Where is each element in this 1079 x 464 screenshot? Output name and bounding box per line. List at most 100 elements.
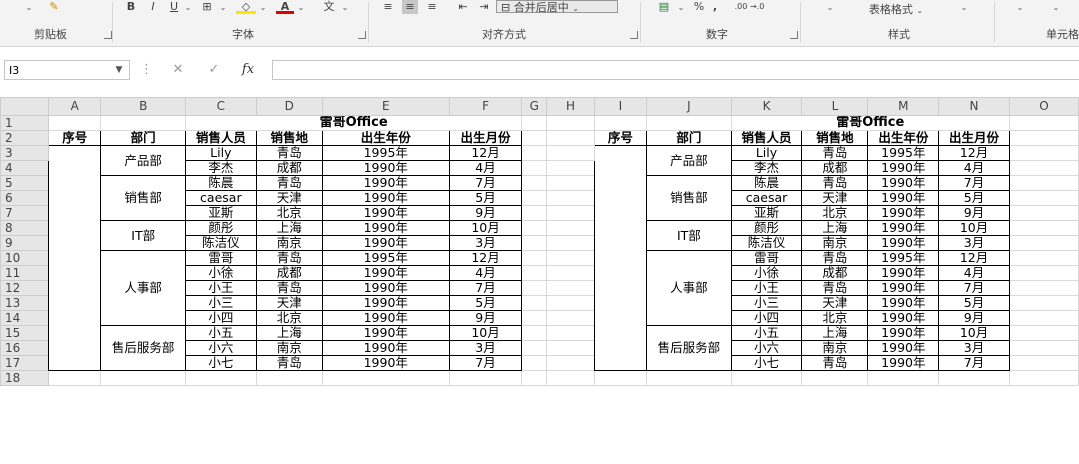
left-data-cell[interactable]: 青岛 (255, 175, 323, 191)
clipboard-launcher-icon[interactable] (104, 31, 112, 39)
borders-icon[interactable]: ⊞ (196, 0, 218, 14)
left-cell-blank[interactable] (48, 370, 102, 386)
right-cell-blank[interactable] (867, 370, 940, 386)
row-header[interactable]: 11 (0, 265, 50, 281)
column-header[interactable]: J (646, 97, 732, 116)
left-data-cell[interactable]: 5月 (448, 295, 523, 311)
cell-g[interactable] (521, 130, 548, 146)
left-data-cell[interactable]: 1995年 (321, 250, 450, 266)
left-data-cell[interactable]: 雷哥 (184, 250, 257, 266)
column-header[interactable]: F (448, 97, 523, 116)
row-header[interactable]: 15 (0, 325, 50, 341)
cell-h[interactable] (546, 280, 595, 296)
cell-g[interactable] (521, 205, 548, 221)
left-seq-cell[interactable] (48, 145, 102, 371)
right-data-cell[interactable]: 7月 (938, 280, 1010, 296)
right-data-cell[interactable]: 天津 (801, 295, 869, 311)
column-header[interactable]: H (546, 97, 595, 116)
paste-dropdown[interactable]: ⌄ (14, 0, 44, 14)
phonetic-icon[interactable]: 文 (320, 0, 338, 14)
right-data-cell[interactable]: 4月 (938, 160, 1010, 176)
left-data-cell[interactable]: 1990年 (321, 220, 450, 236)
right-data-cell[interactable]: 10月 (938, 220, 1010, 236)
right-data-cell[interactable]: 成都 (801, 160, 869, 176)
phonetic-dropdown[interactable]: ⌄ (340, 0, 350, 14)
left-dept-cell[interactable]: 产品部 (100, 145, 186, 176)
right-data-cell[interactable]: 小王 (730, 280, 803, 296)
left-data-cell[interactable]: 南京 (255, 340, 323, 356)
cell-h[interactable] (546, 145, 595, 161)
right-dept-cell[interactable]: 产品部 (646, 145, 732, 176)
right-data-cell[interactable]: 1990年 (867, 265, 940, 281)
cell-o[interactable] (1008, 325, 1079, 341)
left-cell-blank[interactable] (321, 370, 450, 386)
right-cell-blank[interactable] (801, 370, 869, 386)
underline-dropdown[interactable]: ⌄ (183, 0, 193, 14)
row-header[interactable]: 10 (0, 250, 50, 266)
cell-h[interactable] (546, 370, 595, 386)
left-data-cell[interactable]: 南京 (255, 235, 323, 251)
right-data-cell[interactable]: 青岛 (801, 355, 869, 371)
left-dept-cell[interactable]: 销售部 (100, 175, 186, 221)
left-data-cell[interactable]: 4月 (448, 265, 523, 281)
left-data-cell[interactable]: 1990年 (321, 310, 450, 326)
right-header-cell[interactable]: 出生月份 (938, 130, 1010, 146)
left-cell-blank[interactable] (100, 115, 186, 131)
left-data-cell[interactable]: 上海 (255, 325, 323, 341)
right-data-cell[interactable]: 北京 (801, 310, 869, 326)
font-launcher-icon[interactable] (358, 31, 366, 39)
left-data-cell[interactable]: 1990年 (321, 160, 450, 176)
left-data-cell[interactable]: 1990年 (321, 175, 450, 191)
right-data-cell[interactable]: 南京 (801, 235, 869, 251)
right-data-cell[interactable]: 12月 (938, 250, 1010, 266)
italic-button[interactable]: I (146, 0, 160, 14)
cell-g[interactable] (521, 250, 548, 266)
cell-h[interactable] (546, 355, 595, 371)
row-header[interactable]: 13 (0, 295, 50, 311)
left-cell-blank[interactable] (448, 370, 523, 386)
accounting-format-icon[interactable]: ▤ (654, 0, 674, 14)
insert-function-icon[interactable]: fx (236, 60, 260, 80)
left-data-cell[interactable]: 亚斯 (184, 205, 257, 221)
left-data-cell[interactable]: 小王 (184, 280, 257, 296)
left-dept-cell[interactable]: IT部 (100, 220, 186, 251)
right-data-cell[interactable]: 陈晨 (730, 175, 803, 191)
cell-h[interactable] (546, 340, 595, 356)
merge-center-button[interactable]: ⊟ 合并后居中 ⌄ (496, 0, 618, 14)
right-dept-cell[interactable]: IT部 (646, 220, 732, 251)
right-data-cell[interactable]: 上海 (801, 325, 869, 341)
right-data-cell[interactable]: 北京 (801, 205, 869, 221)
left-data-cell[interactable]: 3月 (448, 340, 523, 356)
right-data-cell[interactable]: 1990年 (867, 160, 940, 176)
row-header[interactable]: 12 (0, 280, 50, 296)
row-header[interactable]: 5 (0, 175, 50, 191)
left-data-cell[interactable]: 10月 (448, 325, 523, 341)
underline-button[interactable]: U (167, 0, 181, 14)
column-header[interactable]: A (48, 97, 102, 116)
right-data-cell[interactable]: 1990年 (867, 205, 940, 221)
row-header[interactable]: 9 (0, 235, 50, 251)
left-dept-cell[interactable]: 人事部 (100, 250, 186, 326)
row-header[interactable]: 2 (0, 130, 50, 146)
left-data-cell[interactable]: 7月 (448, 175, 523, 191)
right-data-cell[interactable]: 小徐 (730, 265, 803, 281)
column-header[interactable]: N (938, 97, 1010, 116)
right-header-cell[interactable]: 序号 (593, 130, 648, 146)
right-data-cell[interactable]: 9月 (938, 205, 1010, 221)
right-data-cell[interactable]: 1990年 (867, 295, 940, 311)
cell-o[interactable] (1008, 250, 1079, 266)
right-data-cell[interactable]: 1990年 (867, 280, 940, 296)
decrease-indent-icon[interactable]: ⇤ (455, 0, 471, 14)
cell-h[interactable] (546, 310, 595, 326)
left-data-cell[interactable]: caesar (184, 190, 257, 206)
cell-g[interactable] (521, 115, 548, 131)
left-data-cell[interactable]: 青岛 (255, 280, 323, 296)
row-header[interactable]: 1 (0, 115, 50, 131)
cell-h[interactable] (546, 160, 595, 176)
row-header[interactable]: 18 (0, 370, 50, 386)
right-data-cell[interactable]: Lily (730, 145, 803, 161)
cell-o[interactable] (1008, 175, 1079, 191)
select-all-corner[interactable] (0, 97, 50, 116)
left-data-cell[interactable]: 陈晨 (184, 175, 257, 191)
left-data-cell[interactable]: 天津 (255, 295, 323, 311)
